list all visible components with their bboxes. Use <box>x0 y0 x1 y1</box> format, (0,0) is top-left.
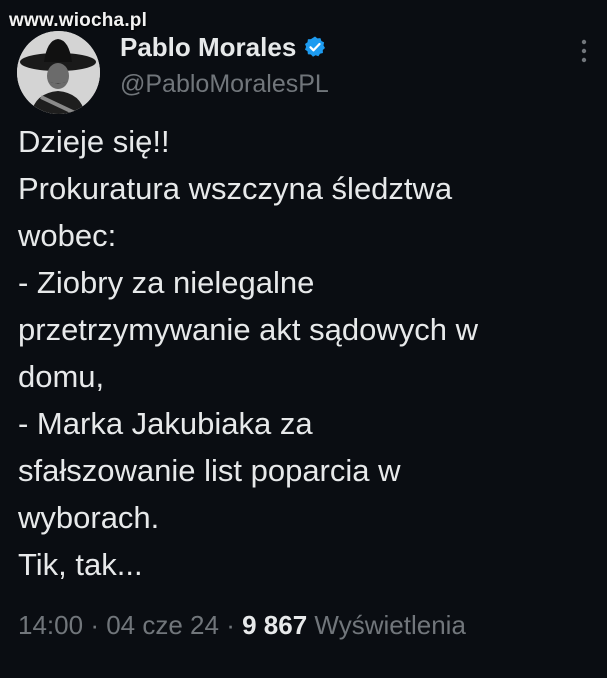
avatar-portrait <box>17 31 100 114</box>
tweet-metadata: 14:00 · 04 cze 24 · 9 867 Wyświetlenia <box>18 610 466 641</box>
tweet-date[interactable]: 04 cze 24 <box>106 610 219 640</box>
views-label: Wyświetlenia <box>314 610 466 640</box>
author-handle[interactable]: @PabloMoralesPL <box>120 70 329 99</box>
tweet-line: wobec: <box>18 218 117 253</box>
tweet-line: wyborach. <box>18 500 160 535</box>
tweet-line: Prokuratura wszczyna śledztwa <box>18 171 453 206</box>
tweet-line: Dzieje się!! <box>18 124 170 159</box>
site-watermark: www.wiocha.pl <box>9 10 148 31</box>
tweet-time[interactable]: 14:00 <box>18 610 83 640</box>
meta-separator: · <box>90 610 99 640</box>
more-options-icon[interactable] <box>578 38 590 64</box>
tweet-line: - Ziobry za nielegalne <box>18 265 315 300</box>
author-name-row[interactable]: Pablo Morales <box>120 30 327 64</box>
tweet-body: Dzieje się!! Prokuratura wszczyna śledzt… <box>18 118 598 588</box>
tweet-line: domu, <box>18 359 105 394</box>
verified-badge-icon <box>305 36 326 57</box>
tweet-line: sfałszowanie list poparcia w <box>18 453 401 488</box>
tweet-line: Tik, tak... <box>18 547 143 582</box>
tweet-line: przetrzymywanie akt sądowych w <box>18 312 478 347</box>
tweet-line: - Marka Jakubiaka za <box>18 406 313 441</box>
views-count: 9 867 <box>242 610 308 640</box>
meta-separator: · <box>226 610 235 640</box>
avatar[interactable] <box>17 31 100 114</box>
author-display-name[interactable]: Pablo Morales <box>120 32 296 63</box>
